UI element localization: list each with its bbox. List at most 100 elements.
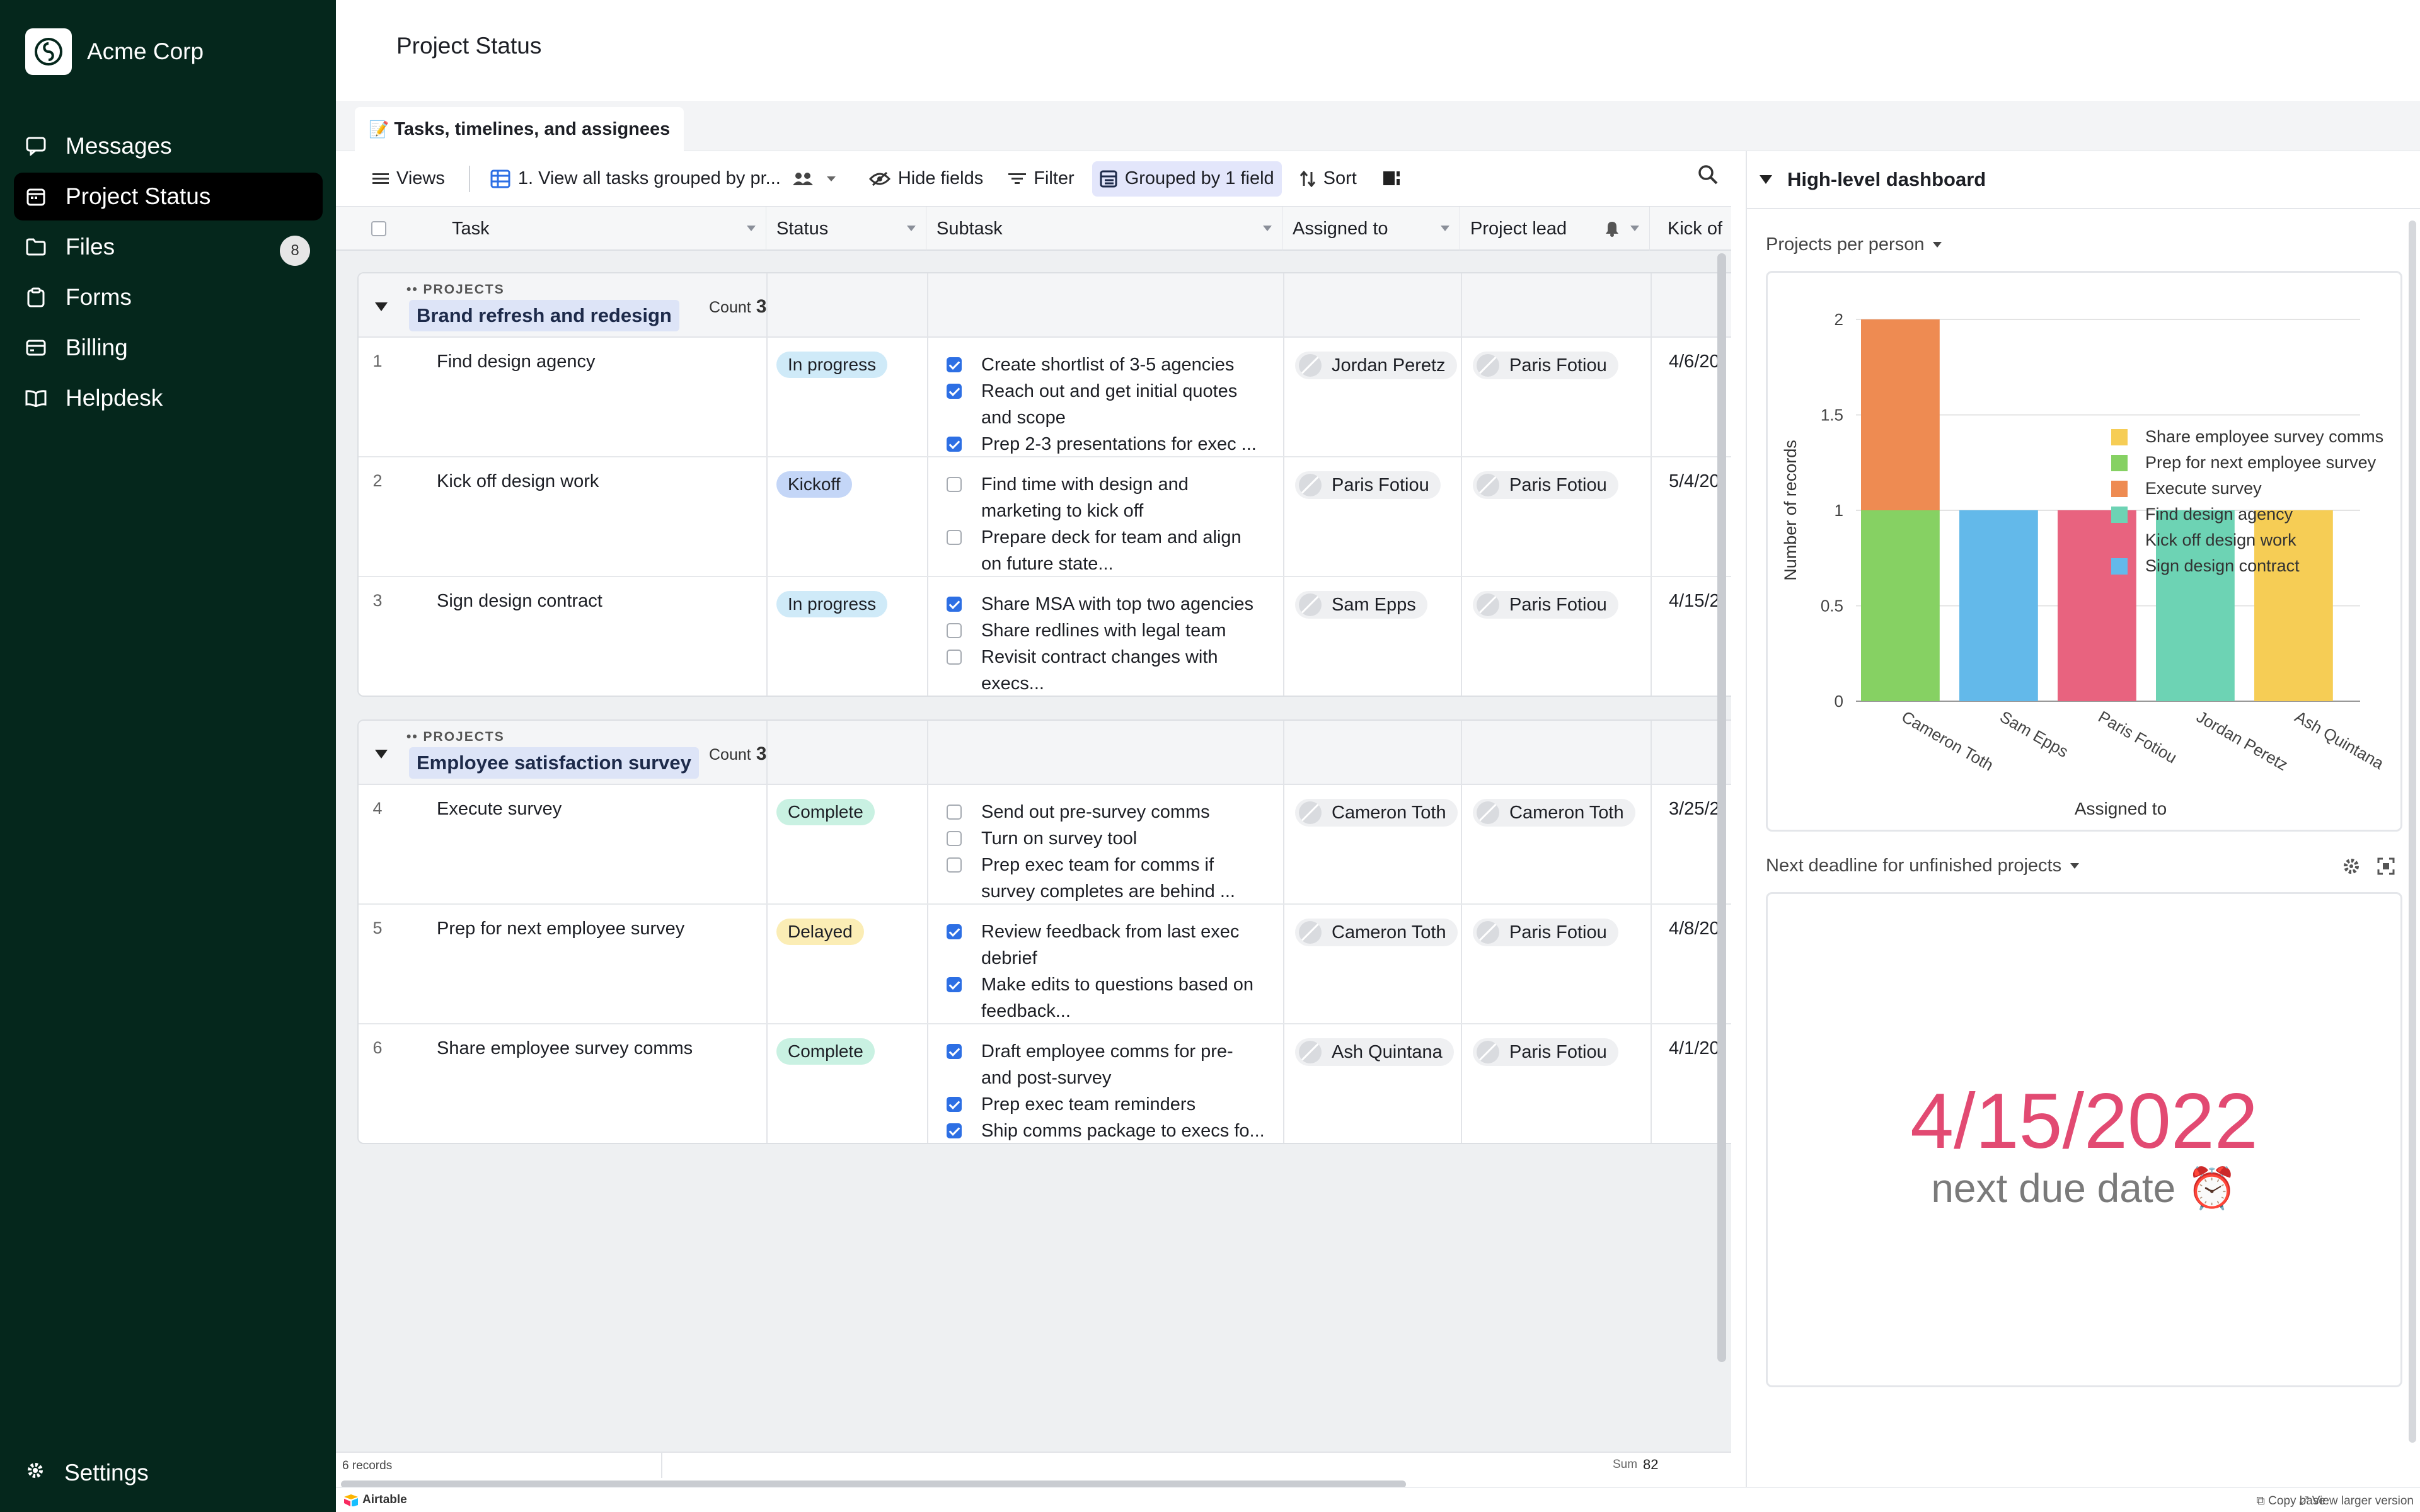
lead-cell[interactable]: Cameron Toth [1461, 785, 1638, 905]
subtask-item[interactable]: execs... [947, 670, 1281, 696]
lead-cell[interactable]: Paris Fotiou [1461, 577, 1638, 696]
subtask-item[interactable]: Send out pre-survey comms [947, 799, 1281, 825]
subtask-item[interactable]: debrief [947, 945, 1281, 971]
checkbox[interactable] [947, 831, 962, 846]
group-button[interactable]: Grouped by 1 field [1092, 161, 1282, 197]
chart-title-dropdown[interactable]: Projects per person [1766, 234, 1942, 255]
lead-cell[interactable]: Paris Fotiou [1461, 338, 1638, 457]
group-header[interactable]: •• PROJECTS Brand refresh and redesign C… [359, 273, 1731, 338]
checkbox[interactable] [947, 1097, 962, 1112]
subtask-item[interactable]: Review feedback from last exec [947, 919, 1281, 945]
hide-fields-button[interactable]: Hide fields [861, 161, 991, 197]
checkbox[interactable] [947, 1044, 962, 1059]
chevron-down-icon[interactable] [1263, 226, 1272, 231]
task-cell[interactable]: Share employee survey comms [437, 1024, 764, 1143]
sidebar-item-settings[interactable]: Settings [25, 1449, 149, 1497]
subtask-item[interactable]: Find time with design and [947, 471, 1281, 498]
subtask-cell[interactable]: Find time with design and marketing to k… [928, 457, 1281, 577]
status-cell[interactable]: In progress [768, 577, 925, 696]
assigned-cell[interactable]: Paris Fotiou [1284, 457, 1460, 577]
subtask-item[interactable]: Make edits to questions based on [947, 971, 1281, 998]
subtask-item[interactable]: Ship comms package to execs fo... [947, 1118, 1281, 1143]
checkbox[interactable] [947, 650, 962, 665]
table-row[interactable]: 6 Share employee survey comms Complete D… [359, 1024, 1731, 1143]
status-cell[interactable]: Delayed [768, 905, 925, 1024]
sidebar-item-project-status[interactable]: Project Status [14, 173, 323, 220]
subtask-cell[interactable]: Share MSA with top two agencies Share re… [928, 577, 1281, 696]
status-cell[interactable]: Complete [768, 1024, 925, 1143]
lead-cell[interactable]: Paris Fotiou [1461, 457, 1638, 577]
chevron-down-icon[interactable] [1441, 226, 1449, 231]
sidebar-item-messages[interactable]: Messages [14, 122, 323, 170]
subtask-item[interactable]: Prep exec team for comms if [947, 852, 1281, 878]
status-cell[interactable]: In progress [768, 338, 925, 457]
subtask-item[interactable]: Prep exec team reminders [947, 1091, 1281, 1118]
assigned-cell[interactable]: Ash Quintana [1284, 1024, 1460, 1143]
checkbox[interactable] [947, 977, 962, 992]
checkbox[interactable] [947, 357, 962, 372]
user-chip[interactable]: Paris Fotiou [1295, 471, 1441, 499]
subtask-item[interactable]: survey completes are behind ... [947, 878, 1281, 905]
user-chip[interactable]: Cameron Toth [1473, 799, 1635, 827]
user-chip[interactable]: Paris Fotiou [1473, 919, 1618, 946]
select-all-checkbox[interactable] [336, 207, 435, 251]
subtask-item[interactable]: Turn on survey tool [947, 825, 1281, 852]
status-cell[interactable]: Complete [768, 785, 925, 905]
collapse-triangle-icon[interactable] [1760, 175, 1772, 184]
user-chip[interactable]: Jordan Peretz [1295, 352, 1457, 379]
lead-cell[interactable]: Paris Fotiou [1461, 905, 1638, 1024]
column-header-subtask[interactable]: Subtask [926, 207, 1282, 251]
chevron-down-icon[interactable] [747, 226, 756, 231]
user-chip[interactable]: Paris Fotiou [1473, 1038, 1618, 1066]
column-header-kickoff[interactable]: Kick of [1650, 207, 1731, 251]
checkbox[interactable] [947, 805, 962, 820]
dashboard-scrollbar[interactable] [2409, 220, 2416, 1443]
subtask-cell[interactable]: Draft employee comms for pre- and post-s… [928, 1024, 1281, 1143]
row-height-button[interactable] [1374, 161, 1416, 197]
checkbox[interactable] [947, 437, 962, 452]
table-row[interactable]: 3 Sign design contract In progress Share… [359, 577, 1731, 696]
tab-tasks-timelines[interactable]: 📝 Tasks, timelines, and assignees [355, 107, 684, 151]
task-cell[interactable]: Sign design contract [437, 577, 764, 696]
collapse-triangle-icon[interactable] [375, 750, 388, 759]
task-cell[interactable]: Find design agency [437, 338, 764, 457]
column-header-task[interactable]: Task [435, 207, 766, 251]
subtask-item[interactable]: Share redlines with legal team [947, 617, 1281, 644]
checkbox[interactable] [947, 384, 962, 399]
subtask-cell[interactable]: Send out pre-survey comms Turn on survey… [928, 785, 1281, 905]
expand-icon[interactable] [2377, 857, 2395, 878]
sidebar-item-forms[interactable]: Forms [14, 273, 323, 321]
checkbox[interactable] [947, 857, 962, 873]
table-row[interactable]: 1 Find design agency In progress Create … [359, 338, 1731, 457]
checkbox[interactable] [947, 597, 962, 612]
user-chip[interactable]: Paris Fotiou [1473, 352, 1618, 379]
sidebar-item-helpdesk[interactable]: Helpdesk [14, 374, 323, 422]
subtask-item[interactable]: and post-survey [947, 1065, 1281, 1091]
subtask-item[interactable]: Revisit contract changes with [947, 644, 1281, 670]
dashboard-header[interactable]: High-level dashboard [1747, 151, 2420, 209]
assigned-cell[interactable]: Cameron Toth [1284, 785, 1460, 905]
checkbox[interactable] [371, 221, 386, 236]
checkbox[interactable] [947, 477, 962, 492]
checkbox[interactable] [947, 530, 962, 545]
view-switcher[interactable]: 1. View all tasks grouped by pr... [483, 161, 851, 197]
user-chip[interactable]: Sam Epps [1295, 591, 1427, 619]
airtable-brand[interactable]: Airtable [343, 1493, 407, 1507]
group-header[interactable]: •• PROJECTS Employee satisfaction survey… [359, 721, 1731, 785]
collapse-triangle-icon[interactable] [375, 302, 388, 311]
sidebar-item-billing[interactable]: Billing [14, 324, 323, 372]
sort-button[interactable]: Sort [1292, 161, 1364, 197]
table-row[interactable]: 4 Execute survey Complete Send out pre-s… [359, 785, 1731, 905]
user-chip[interactable]: Ash Quintana [1295, 1038, 1454, 1066]
table-row[interactable]: 5 Prep for next employee survey Delayed … [359, 905, 1731, 1024]
subtask-item[interactable]: Create shortlist of 3-5 agencies [947, 352, 1281, 378]
checkbox[interactable] [947, 1123, 962, 1138]
subtask-item[interactable]: on future state... [947, 551, 1281, 577]
status-cell[interactable]: Kickoff [768, 457, 925, 577]
table-row[interactable]: 2 Kick off design work Kickoff Find time… [359, 457, 1731, 577]
assigned-cell[interactable]: Cameron Toth [1284, 905, 1460, 1024]
gear-icon[interactable] [2342, 857, 2361, 879]
filter-button[interactable]: Filter [1001, 161, 1081, 197]
deadline-title-dropdown[interactable]: Next deadline for unfinished projects [1766, 856, 2080, 876]
checkbox[interactable] [947, 623, 962, 638]
